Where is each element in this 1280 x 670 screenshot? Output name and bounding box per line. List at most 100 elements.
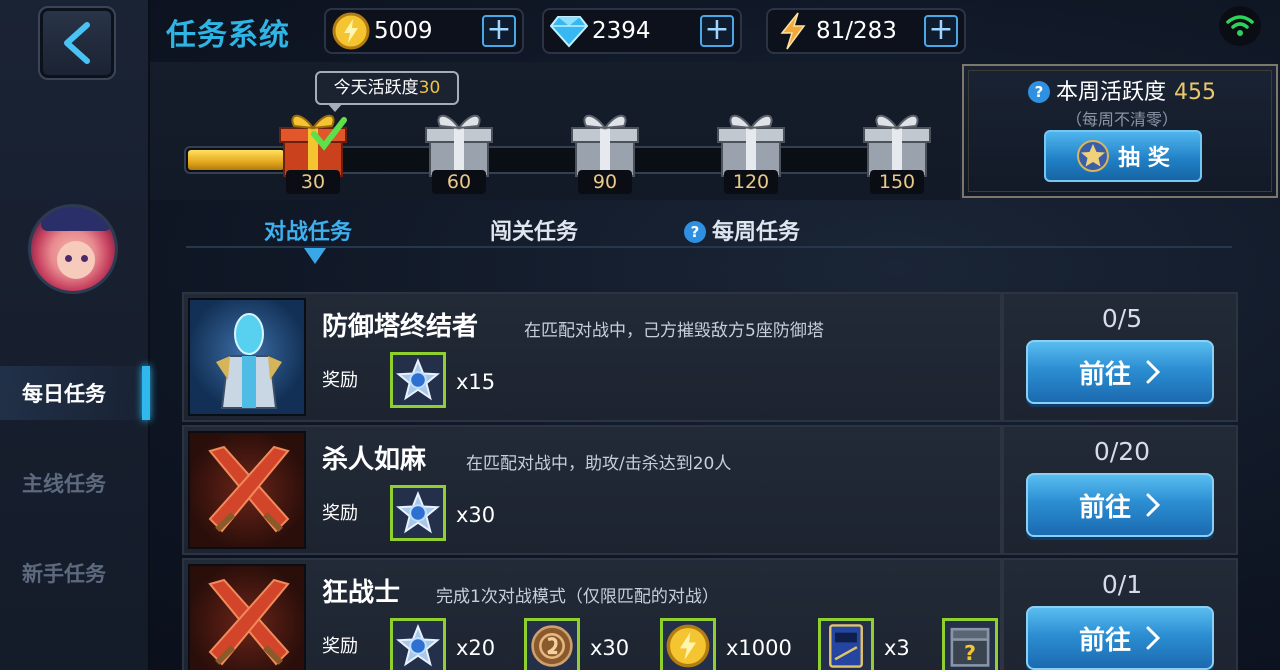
reward-quantity: x1000 — [726, 636, 792, 660]
add-energy-button[interactable]: + — [924, 15, 958, 47]
activity-progress-fill — [188, 150, 284, 170]
task-progress: 0/5 — [1101, 304, 1143, 333]
crossed-swords-icon — [208, 445, 290, 533]
go-button[interactable]: 前往 — [1026, 473, 1214, 537]
reward-item[interactable] — [390, 618, 446, 670]
chevron-right-icon — [1146, 493, 1161, 517]
task-name: 杀人如麻 — [322, 445, 427, 475]
back-arrow-icon — [64, 22, 90, 64]
task-name: 防御塔终结者 — [322, 312, 479, 342]
silver-gift-box-icon[interactable] — [566, 106, 644, 180]
weekly-activity-panel: ? 本周活跃度 455 （每周不清零） 抽 奖 — [962, 64, 1278, 198]
gold-value: 5009 — [374, 18, 433, 44]
reward-quantity: x30 — [590, 636, 630, 660]
sidebar-item-label: 每日任务 — [22, 382, 106, 406]
lightning-icon — [772, 10, 814, 52]
milestone-label: 30 — [286, 170, 340, 194]
reward-item[interactable] — [390, 485, 446, 541]
tower-task-thumbnail — [188, 298, 306, 416]
gold-coin-icon — [330, 10, 372, 52]
active-tab-indicator — [304, 248, 326, 264]
weekly-activity-title: ? 本周活跃度 455 — [964, 74, 1280, 106]
diamond-icon — [548, 10, 590, 52]
gold-gift-box-icon[interactable] — [274, 106, 352, 180]
sidebar-item-newbie-tasks[interactable]: 新手任务 — [0, 546, 150, 600]
star-medal-icon — [1077, 140, 1110, 172]
kill-task-thumbnail — [188, 431, 306, 549]
go-button[interactable]: 前往 — [1026, 606, 1214, 670]
star-medal-icon — [396, 624, 440, 667]
sidebar-item-label: 主线任务 — [22, 472, 106, 496]
diamond-counter: 2394 + — [542, 8, 742, 54]
add-gold-button[interactable]: + — [482, 15, 516, 47]
today-activity-tooltip: 今天活跃度30 — [315, 71, 459, 112]
star-medal-icon — [396, 358, 440, 401]
reward-item[interactable]: ? — [942, 618, 998, 670]
reward-quantity: x3 — [884, 636, 910, 660]
wifi-icon — [1219, 6, 1261, 46]
sidebar: 每日任务 主线任务 新手任务 — [0, 0, 150, 670]
tab-weekly-tasks[interactable]: ? 每周任务 — [684, 214, 800, 246]
energy-value: 81/283 — [816, 18, 897, 44]
silver-gift-box-icon[interactable] — [420, 106, 498, 180]
task-action-panel: 0/20 前往 — [1002, 425, 1238, 555]
milestone-label: 120 — [724, 170, 778, 194]
reward-item[interactable] — [660, 618, 716, 670]
back-button[interactable] — [38, 6, 116, 80]
task-description: 在匹配对战中，助攻/击杀达到20人 — [466, 454, 732, 474]
reward-quantity: x15 — [456, 370, 496, 394]
chevron-right-icon — [1146, 360, 1161, 384]
hero-avatar[interactable] — [28, 204, 118, 294]
energy-counter: 81/283 + — [766, 8, 966, 54]
exp-card-icon — [829, 624, 863, 668]
mystery-box-icon: ? — [950, 627, 990, 667]
chevron-right-icon — [1146, 626, 1161, 650]
lottery-button[interactable]: 抽 奖 — [1044, 130, 1202, 182]
berserker-task-thumbnail — [188, 564, 306, 670]
gold-coin-icon — [666, 624, 710, 668]
task-action-panel: 0/5 前往 — [1002, 292, 1238, 422]
sidebar-item-main-tasks[interactable]: 主线任务 — [0, 456, 150, 510]
silver-gift-box-icon[interactable] — [858, 106, 936, 180]
add-diamond-button[interactable]: + — [700, 15, 734, 47]
reward-item[interactable] — [524, 618, 580, 670]
reward-label: 奖励 — [322, 370, 358, 391]
task-row: 防御塔终结者 在匹配对战中，己方摧毁敌方5座防御塔 奖励 x15 — [182, 292, 1002, 422]
sidebar-item-label: 新手任务 — [22, 562, 106, 586]
reward-quantity: x20 — [456, 636, 496, 660]
task-name: 狂战士 — [322, 578, 401, 608]
weekly-activity-subtitle: （每周不清零） — [1065, 110, 1178, 129]
task-action-panel: 0/1 前往 — [1002, 558, 1238, 670]
sidebar-item-daily-tasks[interactable]: 每日任务 — [0, 366, 150, 420]
help-icon[interactable]: ? — [1027, 81, 1050, 103]
task-row: 狂战士 完成1次对战模式（仅限匹配的对战） 奖励 x20 x30 x1000 x… — [182, 558, 1034, 670]
tab-battle-tasks[interactable]: 对战任务 — [264, 214, 352, 246]
task-progress: 0/1 — [1101, 570, 1143, 599]
task-description: 在匹配对战中，己方摧毁敌方5座防御塔 — [524, 321, 824, 341]
bronze-coin-icon — [531, 625, 573, 667]
reward-item[interactable] — [390, 352, 446, 408]
help-icon[interactable]: ? — [684, 221, 706, 243]
silver-gift-box-icon[interactable] — [712, 106, 790, 180]
reward-label: 奖励 — [322, 636, 358, 657]
go-button[interactable]: 前往 — [1026, 340, 1214, 404]
task-row: 杀人如麻 在匹配对战中，助攻/击杀达到20人 奖励 x30 — [182, 425, 1002, 555]
crossed-swords-icon — [208, 578, 290, 666]
task-system-screen: 每日任务 主线任务 新手任务 任务系统 5009 + 2394 + 81/283… — [0, 0, 1280, 670]
tabs-divider — [186, 246, 1232, 248]
tab-stage-tasks[interactable]: 闯关任务 — [490, 214, 578, 246]
reward-quantity: x30 — [456, 503, 496, 527]
star-medal-icon — [396, 491, 440, 534]
weekly-activity-value: 455 — [1174, 80, 1216, 105]
task-description: 完成1次对战模式（仅限匹配的对战） — [436, 587, 719, 607]
reward-label: 奖励 — [322, 503, 358, 524]
reward-item[interactable] — [818, 618, 874, 670]
task-progress: 0/20 — [1093, 437, 1151, 466]
page-title: 任务系统 — [166, 18, 290, 53]
diamond-value: 2394 — [592, 18, 651, 44]
tower-guardian-icon — [216, 313, 282, 409]
gold-counter: 5009 + — [324, 8, 524, 54]
milestone-label: 150 — [870, 170, 924, 194]
milestone-label: 90 — [578, 170, 632, 194]
svg-text:?: ? — [964, 641, 976, 665]
